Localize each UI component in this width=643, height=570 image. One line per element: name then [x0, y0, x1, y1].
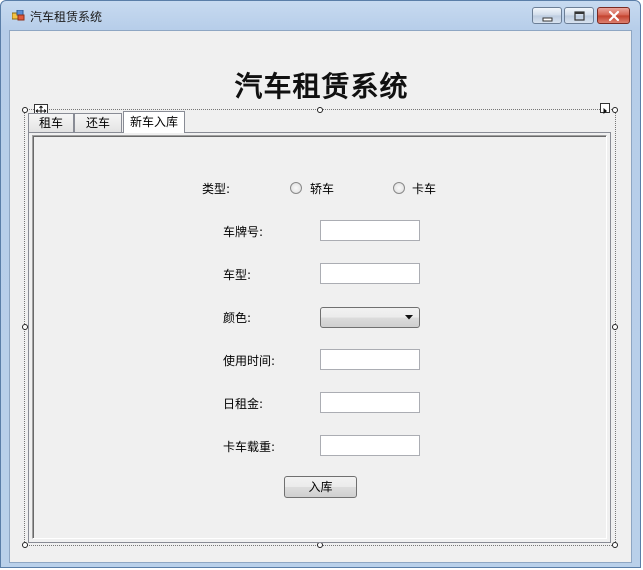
plate-input[interactable] [320, 220, 420, 241]
radio-truck[interactable] [393, 182, 405, 194]
maximize-icon [574, 11, 585, 21]
maximize-button[interactable] [564, 7, 594, 24]
plate-label: 车牌号: [223, 225, 264, 239]
radio-sedan[interactable] [290, 182, 302, 194]
model-label: 车型: [223, 268, 252, 282]
close-icon [608, 10, 620, 22]
close-button[interactable] [597, 7, 630, 24]
minimize-button[interactable] [532, 7, 562, 24]
type-label: 类型: [202, 182, 231, 196]
rent-input[interactable] [320, 392, 420, 413]
resize-handle[interactable] [612, 542, 618, 548]
radio-truck-label[interactable]: 卡车 [412, 180, 436, 197]
load-label: 卡车载重: [223, 440, 276, 454]
add-car-button[interactable]: 入库 [284, 476, 357, 498]
page-title: 汽车租赁系统 [234, 70, 409, 103]
color-label: 颜色: [223, 311, 252, 325]
radio-sedan-label[interactable]: 轿车 [310, 180, 334, 197]
tab-label: 租车 [38, 116, 63, 130]
app-icon [12, 10, 25, 21]
load-input[interactable] [320, 435, 420, 456]
resize-handle[interactable] [317, 107, 323, 113]
rent-label: 日租金: [223, 397, 264, 411]
model-input[interactable] [320, 263, 420, 284]
smart-tag-icon[interactable] [600, 103, 610, 114]
color-select[interactable] [320, 307, 420, 328]
usage-label: 使用时间: [223, 354, 276, 368]
usage-input[interactable] [320, 349, 420, 370]
add-car-button-label: 入库 [308, 480, 333, 494]
tab-label: 新车入库 [129, 115, 178, 129]
form-client-area: 汽车租赁系统 租车 还车 新车入库 类型: 轿车 卡车 车牌号: 车型: 颜色:… [9, 30, 632, 563]
app-window: 汽车租赁系统 汽车租赁系统 租车 还车 新车入库 类型: 轿车 卡车 车牌号: … [0, 0, 641, 568]
resize-handle[interactable] [612, 107, 618, 113]
tab-new-car[interactable]: 新车入库 [123, 111, 185, 133]
resize-handle[interactable] [612, 324, 618, 330]
title-bar[interactable]: 汽车租赁系统 [1, 1, 640, 30]
tab-rent[interactable]: 租车 [28, 113, 74, 132]
window-title: 汽车租赁系统 [30, 10, 103, 24]
tab-label: 还车 [85, 116, 110, 130]
tab-return[interactable]: 还车 [74, 113, 122, 132]
tab-panel-new-car: 类型: 轿车 卡车 车牌号: 车型: 颜色: 使用时间: 日租金: 卡车载重: [28, 132, 611, 543]
chevron-down-icon [405, 315, 413, 320]
minimize-icon [542, 17, 553, 22]
